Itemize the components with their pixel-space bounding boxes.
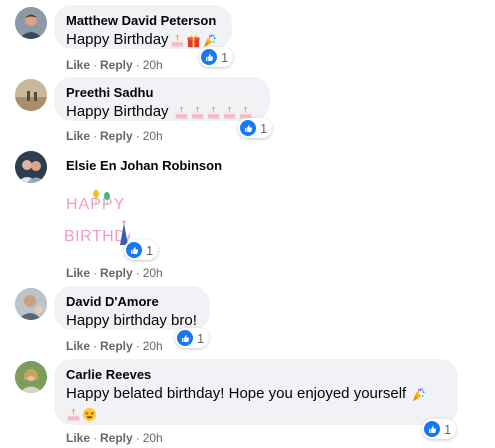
comment-actions: Like · Reply · 20h: [66, 58, 163, 72]
comment-text: Happy belated birthday! Hope you enjoyed…: [66, 384, 446, 404]
party-popper-icon: [202, 33, 217, 48]
star-struck-icon: [82, 407, 97, 422]
reply-link[interactable]: Reply: [100, 339, 133, 353]
comment-actions: Like · Reply · 20h: [66, 339, 163, 353]
comment-author[interactable]: Preethi Sadhu: [66, 85, 258, 101]
timestamp[interactable]: 20h: [143, 339, 163, 353]
like-link[interactable]: Like: [66, 339, 90, 353]
comment-text-line2: [66, 404, 446, 424]
birthday-cake-icon: [66, 407, 81, 422]
birthday-cake-icon: [206, 105, 221, 120]
party-popper-icon: [411, 387, 426, 402]
like-reaction-icon: [126, 242, 142, 258]
comment-text-content: Happy Birthday: [66, 103, 169, 120]
like-link[interactable]: Like: [66, 58, 90, 72]
reply-link[interactable]: Reply: [100, 266, 133, 280]
comment-bubble: Matthew David Peterson Happy Birthday: [54, 5, 232, 49]
birthday-cake-icon: [174, 105, 189, 120]
comment-author[interactable]: David D'Amore: [66, 294, 198, 310]
reaction-badge[interactable]: 1: [422, 419, 457, 439]
comment-text: Happy Birthday: [66, 30, 220, 50]
reply-link[interactable]: Reply: [100, 431, 133, 445]
like-reaction-icon: [177, 330, 193, 346]
birthday-cake-icon: [190, 105, 205, 120]
comment-author[interactable]: Matthew David Peterson: [66, 13, 220, 29]
comment-bubble: Preethi Sadhu Happy Birthday: [54, 77, 270, 121]
comment-bubble: David D'Amore Happy birthday bro!: [54, 286, 210, 330]
avatar[interactable]: [15, 151, 47, 183]
timestamp[interactable]: 20h: [143, 431, 163, 445]
timestamp[interactable]: 20h: [143, 129, 163, 143]
reaction-badge[interactable]: 1: [124, 240, 159, 260]
reaction-badge[interactable]: 1: [199, 47, 234, 67]
comment-actions: Like · Reply · 20h: [66, 431, 163, 445]
comment-text: Happy Birthday: [66, 102, 258, 122]
comment-actions: Like · Reply · 20h: [66, 129, 163, 143]
avatar[interactable]: [15, 79, 47, 111]
like-link[interactable]: Like: [66, 129, 90, 143]
like-reaction-icon: [424, 421, 440, 437]
like-link[interactable]: Like: [66, 266, 90, 280]
like-reaction-icon: [240, 120, 256, 136]
reaction-count: 1: [221, 49, 229, 65]
comment-text: Happy birthday bro!: [66, 312, 197, 329]
birthday-cake-icon: [170, 33, 185, 48]
comment-text-content: Happy Birthday: [66, 31, 169, 48]
sticker-text-happy: HAPPY: [66, 196, 125, 213]
comment-author[interactable]: Carlie Reeves: [66, 367, 446, 383]
sticker-text-birthday: BIRTHDAY: [64, 228, 130, 245]
reaction-count: 1: [260, 120, 268, 136]
reaction-badge[interactable]: 1: [175, 328, 210, 348]
reaction-badge[interactable]: 1: [238, 118, 273, 138]
timestamp[interactable]: 20h: [143, 58, 163, 72]
reaction-count: 1: [146, 242, 154, 258]
reaction-count: 1: [444, 421, 452, 437]
comment-bubble: Carlie Reeves Happy belated birthday! Ho…: [54, 359, 458, 425]
avatar[interactable]: [15, 361, 47, 393]
avatar[interactable]: [15, 7, 47, 39]
comment-actions: Like · Reply · 20h: [66, 266, 163, 280]
comment-text-content: Happy belated birthday! Hope you enjoyed…: [66, 385, 407, 402]
reaction-count: 1: [197, 330, 205, 346]
reply-link[interactable]: Reply: [100, 129, 133, 143]
birthday-sticker: HAPPY BIRTHDAY: [62, 183, 147, 253]
gift-icon: [186, 33, 201, 48]
birthday-cake-icon: [222, 105, 237, 120]
reply-link[interactable]: Reply: [100, 58, 133, 72]
timestamp[interactable]: 20h: [143, 266, 163, 280]
like-reaction-icon: [201, 49, 217, 65]
like-link[interactable]: Like: [66, 431, 90, 445]
comment-author[interactable]: Elsie En Johan Robinson: [66, 158, 222, 174]
avatar[interactable]: [15, 288, 47, 320]
